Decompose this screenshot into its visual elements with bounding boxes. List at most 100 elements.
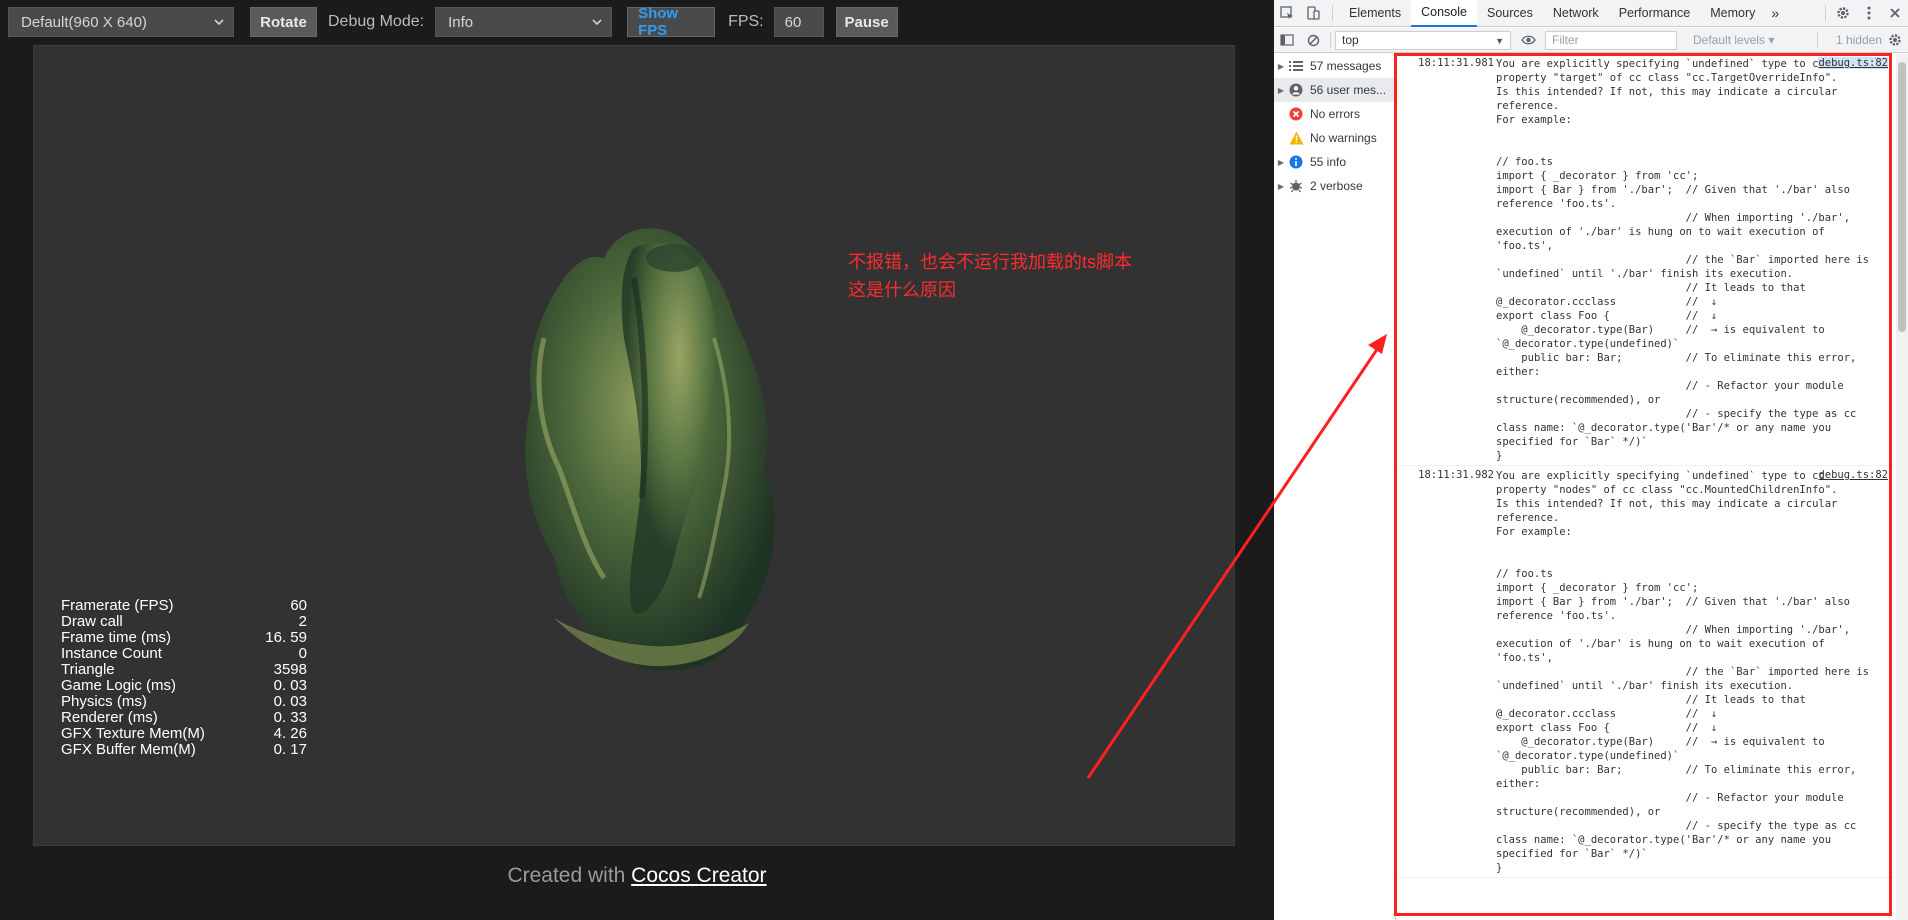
expand-triangle-icon[interactable]: ▶	[1274, 62, 1288, 71]
warning-icon	[1288, 130, 1304, 146]
preview-toolbar: Default(960 X 640) Rotate Debug Mode: In…	[8, 5, 898, 39]
expand-triangle-icon[interactable]: ▶	[1274, 158, 1288, 167]
annotation-line-1: 不报错，也会不运行我加载的ts脚本	[848, 252, 1132, 272]
close-devtools-icon[interactable]	[1882, 0, 1908, 27]
stat-row: GFX Texture Mem(M) 4. 26	[61, 726, 307, 742]
console-message[interactable]: 18:11:31.981 debug.ts:82 You are explici…	[1396, 54, 1896, 466]
context-select[interactable]: top ▼	[1335, 30, 1511, 50]
rotate-button[interactable]: Rotate	[250, 7, 317, 37]
stat-row: Game Logic (ms) 0. 03	[61, 678, 307, 694]
sidebar-item-label: No errors	[1310, 107, 1361, 121]
cocos-creator-link[interactable]: Cocos Creator	[631, 864, 766, 887]
error-icon	[1288, 106, 1304, 122]
sidebar-item-messages[interactable]: ▶ 57 messages	[1274, 54, 1395, 78]
stat-label: Renderer (ms)	[61, 709, 158, 726]
chevron-down-icon	[592, 19, 602, 26]
stat-value: 2	[298, 613, 307, 630]
tab-sources[interactable]: Sources	[1477, 0, 1543, 27]
stat-row: Instance Count 0	[61, 646, 307, 662]
console-filter-input[interactable]: Filter	[1545, 30, 1677, 50]
info-icon	[1288, 154, 1304, 170]
devtools-tabs: Elements Console Sources Network Performance…	[1339, 0, 1765, 27]
stat-label: Triangle	[61, 661, 115, 678]
hidden-count: 1 hidden	[1835, 33, 1882, 47]
devtools-panel: Elements Console Sources Network Performance…	[1274, 0, 1908, 920]
message-source-link[interactable]: debug.ts:82	[1818, 57, 1888, 69]
stat-label: Frame time (ms)	[61, 629, 171, 646]
stat-value: 0. 33	[273, 709, 307, 726]
stat-label: Draw call	[61, 613, 123, 630]
sidebar-item-label: 57 messages	[1310, 59, 1382, 73]
stat-label: GFX Buffer Mem(M)	[61, 741, 196, 758]
cocos-preview: Default(960 X 640) Rotate Debug Mode: In…	[0, 0, 1274, 920]
expand-triangle-icon[interactable]: ▶	[1274, 86, 1288, 95]
console-log[interactable]: 18:11:31.981 debug.ts:82 You are explici…	[1396, 54, 1896, 920]
stat-row: Framerate (FPS) 60	[61, 598, 307, 614]
stat-row: Frame time (ms) 16. 59	[61, 630, 307, 646]
kebab-menu-icon[interactable]	[1856, 0, 1882, 27]
context-select-value: top	[1342, 33, 1359, 47]
tab-console[interactable]: Console	[1411, 0, 1477, 27]
message-text: You are explicitly specifying `undefined…	[1496, 470, 1869, 874]
sidebar-item-info[interactable]: ▶ 55 info	[1274, 150, 1395, 174]
list-icon	[1288, 58, 1304, 74]
resolution-select-value: Default(960 X 640)	[21, 13, 147, 31]
stat-label: GFX Texture Mem(M)	[61, 725, 205, 742]
tab-elements[interactable]: Elements	[1339, 0, 1411, 27]
debug-mode-value: Info	[448, 13, 474, 31]
stat-label: Framerate (FPS)	[61, 597, 174, 614]
user-icon	[1288, 82, 1304, 98]
show-fps-button[interactable]: Show FPS	[627, 5, 716, 39]
stat-label: Physics (ms)	[61, 693, 147, 710]
tab-memory[interactable]: Memory	[1700, 0, 1765, 27]
fps-label: FPS:	[728, 13, 764, 30]
tab-divider	[1825, 5, 1826, 21]
sidebar-item-verbose[interactable]: ▶ 2 verbose	[1274, 174, 1395, 198]
console-message[interactable]: 18:11:31.982 debug.ts:82 You are explici…	[1396, 466, 1896, 878]
pause-button[interactable]: Pause	[835, 7, 898, 37]
expand-triangle-icon[interactable]: ▶	[1274, 182, 1288, 191]
clear-console-icon[interactable]	[1300, 27, 1326, 54]
annotation-line-2: 这是什么原因	[848, 280, 956, 300]
stat-label: Instance Count	[61, 645, 162, 662]
sidebar-item-errors[interactable]: No errors	[1274, 102, 1395, 126]
devtools-tabbar: Elements Console Sources Network Performance…	[1274, 0, 1908, 27]
toolbar-divider	[1330, 32, 1331, 48]
message-timestamp: 18:11:31.982	[1418, 469, 1494, 481]
sidebar-item-user-messages[interactable]: ▶ 56 user mes...	[1274, 78, 1395, 102]
message-text: You are explicitly specifying `undefined…	[1496, 58, 1869, 462]
sidebar-item-label: 56 user mes...	[1310, 83, 1387, 97]
log-levels-dropdown[interactable]: Default levels ▾	[1693, 33, 1813, 47]
message-source-link[interactable]: debug.ts:82	[1818, 469, 1888, 481]
verbose-icon	[1288, 178, 1304, 194]
stat-row: GFX Buffer Mem(M) 0. 17	[61, 742, 307, 758]
message-timestamp: 18:11:31.981	[1418, 57, 1494, 69]
fps-input[interactable]: 60	[773, 7, 824, 37]
console-toolbar: top ▼ Filter Default levels ▾ 1 hidden	[1274, 28, 1908, 53]
console-settings-gear-icon[interactable]	[1882, 27, 1908, 54]
resolution-select[interactable]: Default(960 X 640)	[8, 7, 234, 37]
sidebar-item-warnings[interactable]: No warnings	[1274, 126, 1395, 150]
toolbar-divider	[1817, 32, 1818, 48]
tab-divider	[1332, 5, 1333, 21]
device-toolbar-icon[interactable]	[1300, 0, 1326, 27]
sidebar-item-label: 55 info	[1310, 155, 1347, 169]
inspect-element-icon[interactable]	[1274, 0, 1300, 27]
tab-performance[interactable]: Performance	[1609, 0, 1701, 27]
caret-down-icon: ▼	[1495, 35, 1504, 46]
stat-label: Game Logic (ms)	[61, 677, 177, 694]
tab-network[interactable]: Network	[1543, 0, 1609, 27]
scrollbar-thumb[interactable]	[1898, 62, 1906, 332]
debug-mode-select[interactable]: Info	[435, 7, 613, 37]
live-expression-eye-icon[interactable]	[1515, 27, 1541, 54]
toggle-sidebar-icon[interactable]	[1274, 27, 1300, 54]
console-scrollbar[interactable]	[1896, 54, 1908, 920]
settings-gear-icon[interactable]	[1830, 0, 1856, 27]
stat-value: 0. 03	[273, 693, 307, 710]
stat-value: 0. 03	[273, 677, 307, 694]
more-tabs-button[interactable]: »	[1765, 0, 1785, 27]
debug-mode-label: Debug Mode:	[328, 13, 425, 30]
stat-value: 4. 26	[273, 725, 307, 742]
footer: Created with Cocos Creator	[0, 864, 1274, 888]
sidebar-item-label: 2 verbose	[1310, 179, 1363, 193]
